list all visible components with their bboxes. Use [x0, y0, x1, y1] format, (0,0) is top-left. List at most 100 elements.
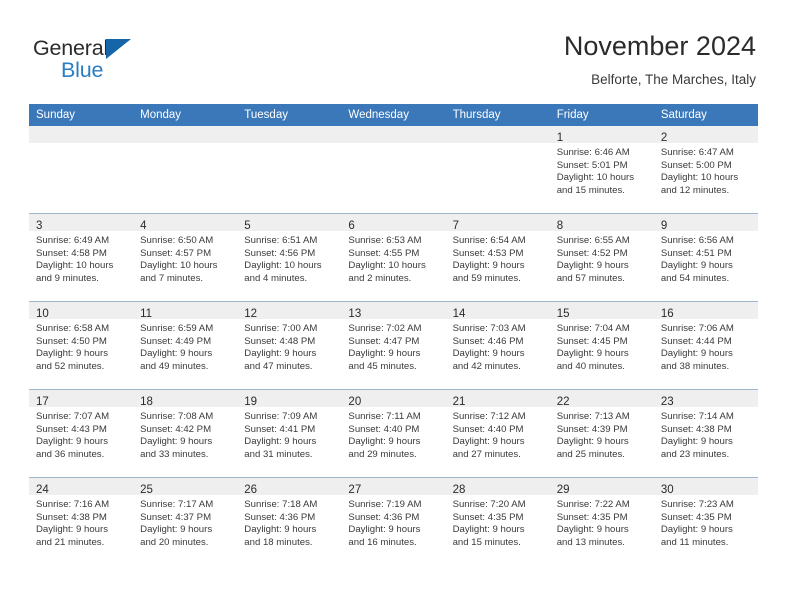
day-number: 4 — [140, 220, 147, 232]
day-detail-line: Sunrise: 6:54 AM — [452, 235, 526, 246]
calendar-day-cell[interactable]: 17 Sunrise: 7:07 AM Sunset: 4:43 PM Dayligh… — [29, 389, 134, 478]
day-detail-line: Daylight: 9 hours — [244, 348, 317, 360]
day-detail-line: Sunrise: 6:56 AM — [660, 235, 734, 246]
calendar-day-cell[interactable]: 11 Sunrise: 6:59 AM Sunset: 4:49 PM Dayligh… — [133, 301, 238, 390]
day-detail-line: and 54 minutes. — [660, 272, 730, 284]
calendar-day-cell[interactable]: 22 Sunrise: 7:13 AM Sunset: 4:39 PM Dayligh… — [549, 389, 654, 478]
day-detail-line: and 7 minutes. — [140, 272, 204, 284]
calendar-day-cell[interactable]: 18 Sunrise: 7:08 AM Sunset: 4:42 PM Dayligh… — [133, 389, 238, 478]
day-number: 18 — [140, 396, 153, 408]
day-detail-line: Sunset: 4:53 PM — [452, 247, 524, 259]
day-detail-line: Sunset: 4:40 PM — [348, 423, 420, 435]
calendar-day-cell[interactable]: 7 Sunrise: 6:54 AM Sunset: 4:53 PM Daylight… — [445, 213, 550, 302]
day-detail-line: Daylight: 9 hours — [556, 436, 629, 448]
day-number: 15 — [556, 308, 570, 320]
calendar-day-cell[interactable]: 15 Sunrise: 7:04 AM Sunset: 4:45 PM Dayligh… — [549, 301, 654, 390]
calendar-day-cell[interactable]: 28 Sunrise: 7:20 AM Sunset: 4:35 PM Dayligh… — [445, 477, 550, 565]
calendar-day-cell[interactable]: 26 Sunrise: 7:18 AM Sunset: 4:36 PM Dayligh… — [237, 477, 342, 565]
day-detail-line: Daylight: 9 hours — [140, 436, 213, 448]
calendar-day-cell[interactable]: 6 Sunrise: 6:53 AM Sunset: 4:55 PM Daylight… — [341, 213, 446, 302]
calendar-day-cell[interactable]: 21 Sunrise: 7:12 AM Sunset: 4:40 PM Dayligh… — [445, 389, 550, 478]
calendar-day-cell[interactable]: 23 Sunrise: 7:14 AM Sunset: 4:38 PM Dayligh… — [653, 389, 758, 478]
day-number: 14 — [452, 308, 466, 320]
calendar-day-cell[interactable]: 24 Sunrise: 7:16 AM Sunset: 4:38 PM Dayligh… — [29, 477, 134, 565]
day-detail-line: Sunrise: 7:18 AM — [244, 499, 318, 510]
day-detail-line: Sunrise: 7:07 AM — [36, 411, 110, 422]
calendar-day-cell[interactable]: 13 Sunrise: 7:02 AM Sunset: 4:47 PM Dayligh… — [341, 301, 446, 390]
calendar-day-cell[interactable]: 1 Sunrise: 6:46 AM Sunset: 5:01 PM Daylight… — [549, 126, 654, 214]
day-details: Sunrise: 6:58 AM Sunset: 4:50 PM Daylight:… — [29, 319, 133, 373]
day-details: Sunrise: 7:08 AM Sunset: 4:42 PM Daylight:… — [133, 407, 237, 461]
day-detail-line: Sunrise: 7:04 AM — [556, 323, 630, 334]
day-detail-line: and 18 minutes. — [244, 536, 313, 548]
day-details: Sunrise: 7:03 AM Sunset: 4:46 PM Daylight:… — [446, 319, 550, 373]
day-number: 27 — [348, 484, 362, 496]
day-detail-line: Sunrise: 7:19 AM — [348, 499, 422, 510]
calendar-day-cell[interactable]: 9 Sunrise: 6:56 AM Sunset: 4:51 PM Daylight… — [653, 213, 758, 302]
day-details: Sunrise: 6:54 AM Sunset: 4:53 PM Daylight:… — [446, 231, 550, 285]
day-detail-line: and 59 minutes. — [452, 272, 521, 284]
day-number-band — [237, 126, 342, 143]
calendar-day-cell[interactable]: 20 Sunrise: 7:11 AM Sunset: 4:40 PM Dayligh… — [341, 389, 446, 478]
calendar-week-row: 1 Sunrise: 6:46 AM Sunset: 5:01 PM Daylight… — [29, 126, 758, 214]
calendar-week-row: 3 Sunrise: 6:49 AM Sunset: 4:58 PM Daylight… — [29, 213, 758, 302]
day-details: Sunrise: 7:02 AM Sunset: 4:47 PM Daylight:… — [341, 319, 445, 373]
calendar-day-cell[interactable]: 30 Sunrise: 7:23 AM Sunset: 4:35 PM Dayligh… — [653, 477, 758, 565]
day-detail-line: Daylight: 9 hours — [452, 436, 525, 448]
weekday-header-tuesday: Tuesday — [237, 104, 342, 126]
day-number-band: 10 — [29, 302, 134, 320]
day-detail-line: and 47 minutes. — [244, 360, 313, 372]
day-number: 29 — [556, 484, 570, 496]
day-detail-line: Sunset: 4:40 PM — [452, 423, 524, 435]
calendar-day-cell[interactable]: 14 Sunrise: 7:03 AM Sunset: 4:46 PM Dayligh… — [445, 301, 550, 390]
day-number: 9 — [660, 220, 668, 232]
day-detail-line: Sunrise: 7:00 AM — [244, 323, 318, 334]
day-detail-line: Sunset: 4:45 PM — [556, 335, 628, 347]
calendar-day-cell[interactable]: 19 Sunrise: 7:09 AM Sunset: 4:41 PM Dayligh… — [237, 389, 342, 478]
day-detail-line: Sunset: 4:36 PM — [244, 511, 316, 523]
day-detail-line: Daylight: 9 hours — [36, 348, 108, 360]
day-detail-line: Sunrise: 7:13 AM — [556, 411, 630, 422]
day-details: Sunrise: 7:14 AM Sunset: 4:38 PM Daylight:… — [654, 407, 758, 461]
calendar-cell-empty — [445, 126, 550, 214]
day-number: 30 — [660, 484, 674, 496]
day-number: 8 — [556, 220, 564, 232]
day-detail-line: Sunset: 5:01 PM — [556, 159, 628, 171]
day-details: Sunrise: 7:23 AM Sunset: 4:35 PM Daylight:… — [654, 495, 758, 549]
calendar-day-cell[interactable]: 16 Sunrise: 7:06 AM Sunset: 4:44 PM Dayligh… — [653, 301, 758, 390]
calendar-day-cell[interactable]: 2 Sunrise: 6:47 AM Sunset: 5:00 PM Daylight… — [653, 126, 758, 214]
calendar-day-cell[interactable]: 10 Sunrise: 6:58 AM Sunset: 4:50 PM Dayligh… — [29, 301, 134, 390]
day-detail-line: Daylight: 9 hours — [556, 524, 629, 536]
day-number: 25 — [140, 484, 153, 496]
day-detail-line: Sunset: 4:36 PM — [348, 511, 420, 523]
logo-text-general: General — [33, 36, 109, 60]
calendar-day-cell[interactable]: 25 Sunrise: 7:17 AM Sunset: 4:37 PM Dayligh… — [133, 477, 238, 565]
day-detail-line: and 25 minutes. — [556, 448, 625, 460]
day-details: Sunrise: 6:50 AM Sunset: 4:57 PM Daylight:… — [133, 231, 237, 285]
day-detail-line: Daylight: 10 hours — [140, 260, 218, 272]
day-details: Sunrise: 7:00 AM Sunset: 4:48 PM Daylight:… — [237, 319, 341, 373]
day-number-band: 30 — [653, 478, 758, 496]
calendar-day-cell[interactable]: 5 Sunrise: 6:51 AM Sunset: 4:56 PM Daylight… — [237, 213, 342, 302]
day-detail-line: and 29 minutes. — [348, 448, 417, 460]
day-number-band: 24 — [29, 478, 134, 496]
day-details: Sunrise: 7:19 AM Sunset: 4:36 PM Daylight:… — [341, 495, 445, 549]
day-detail-line: and 9 minutes. — [36, 272, 99, 284]
calendar-day-cell[interactable]: 29 Sunrise: 7:22 AM Sunset: 4:35 PM Dayligh… — [549, 477, 654, 565]
day-number-band — [341, 126, 446, 143]
calendar-day-cell[interactable]: 12 Sunrise: 7:00 AM Sunset: 4:48 PM Dayligh… — [237, 301, 342, 390]
day-detail-line: Sunrise: 6:58 AM — [36, 323, 110, 334]
calendar-day-cell[interactable]: 27 Sunrise: 7:19 AM Sunset: 4:36 PM Dayligh… — [341, 477, 446, 565]
day-detail-line: Daylight: 9 hours — [36, 524, 108, 536]
calendar-day-cell[interactable]: 4 Sunrise: 6:50 AM Sunset: 4:57 PM Daylight… — [133, 213, 238, 302]
day-number-band: 6 — [341, 214, 446, 232]
day-number-band: 12 — [237, 302, 342, 320]
day-detail-line: and 33 minutes. — [140, 448, 209, 460]
day-detail-line: Sunrise: 7:22 AM — [556, 499, 630, 510]
day-detail-line: and 27 minutes. — [452, 448, 521, 460]
day-detail-line: Daylight: 9 hours — [140, 348, 213, 360]
day-detail-line: Daylight: 10 hours — [660, 172, 739, 184]
calendar-day-cell[interactable]: 3 Sunrise: 6:49 AM Sunset: 4:58 PM Daylight… — [29, 213, 134, 302]
calendar-day-cell[interactable]: 8 Sunrise: 6:55 AM Sunset: 4:52 PM Daylight… — [549, 213, 654, 302]
day-details: Sunrise: 6:56 AM Sunset: 4:51 PM Daylight:… — [654, 231, 758, 285]
